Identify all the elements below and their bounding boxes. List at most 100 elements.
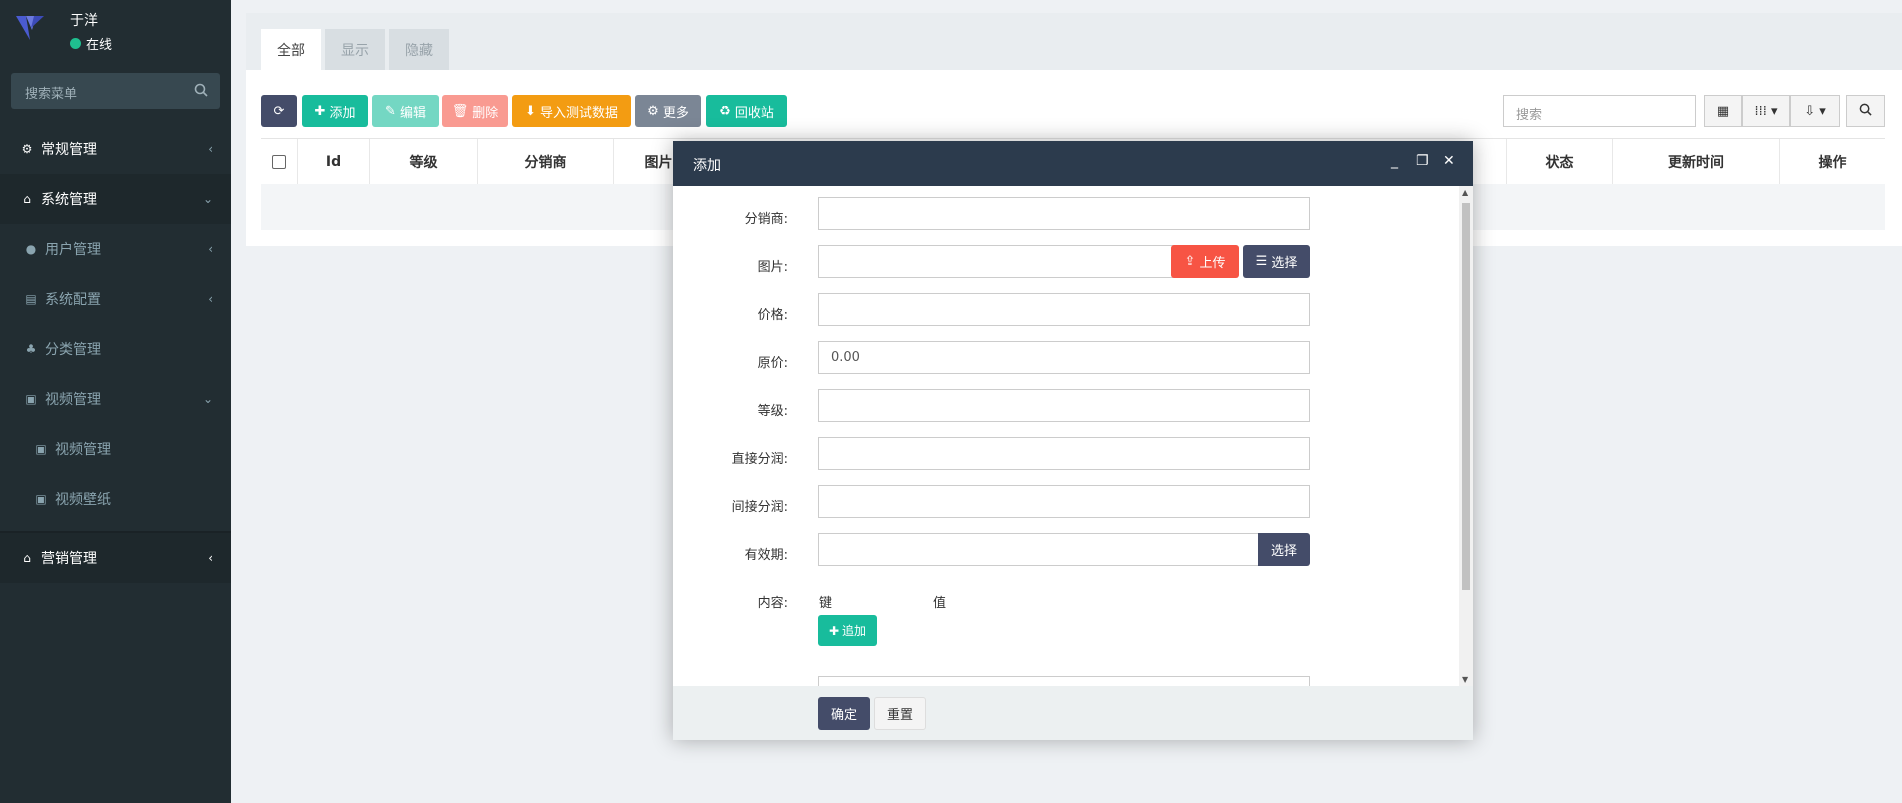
user-status: 在线 [70, 34, 112, 53]
chevron-left-icon: ‹ [208, 142, 213, 156]
original-price-label: 原价: [757, 356, 788, 371]
chevron-left-icon: ‹ [208, 242, 213, 256]
distributor-input[interactable] [818, 197, 1310, 230]
list-icon: ☰ [1255, 254, 1268, 269]
tab-hidden[interactable]: 隐藏 [389, 29, 449, 70]
online-dot-icon [70, 38, 81, 49]
home-icon: ⌂ [23, 551, 31, 565]
direct-share-input[interactable] [818, 437, 1310, 470]
append-button[interactable]: ✚ 追加 [818, 615, 877, 646]
shopping-bag-icon: ▣ [25, 392, 37, 406]
table-icon: ▦ [1716, 103, 1730, 119]
select-all-checkbox[interactable] [261, 139, 297, 185]
export-icon: ⇩ ▾ [1804, 103, 1826, 119]
validity-input[interactable] [818, 533, 1259, 566]
validity-choose-button[interactable]: 选择 [1258, 533, 1310, 566]
sidebar-item-system[interactable]: ⌂ 系统管理 ⌄ [0, 174, 231, 224]
sidebar-item-general[interactable]: ⚙ 常规管理 ‹ [0, 124, 231, 174]
add-button[interactable]: ✚ 添加 [302, 95, 368, 127]
column-header[interactable]: 更新时间 [1612, 139, 1779, 185]
dialog-header: 添加 _ ❐ ✕ [673, 141, 1473, 186]
column-header[interactable]: Id [297, 139, 369, 185]
sidebar-item-video-manage[interactable]: ▣ 视频管理 [0, 424, 231, 474]
validity-label: 有效期: [744, 548, 788, 563]
delete-button[interactable]: 🗑 删除 [442, 95, 508, 127]
maximize-icon[interactable]: ❐ [1416, 153, 1429, 169]
cogs-icon: ⚙ [21, 142, 33, 156]
sidebar-item-users[interactable]: ● 用户管理 ‹ [0, 224, 231, 274]
sidebar-item-marketing[interactable]: ⌂ 营销管理 ‹ [0, 533, 231, 583]
logo-icon [14, 12, 48, 46]
tab-all[interactable]: 全部 [261, 29, 321, 70]
sidebar-item-label: 视频管理 [55, 442, 111, 458]
original-price-input[interactable]: 0.00 [818, 341, 1310, 374]
level-input[interactable] [818, 389, 1310, 422]
sidebar-item-label: 分类管理 [45, 342, 101, 358]
sidebar: 于洋 在线 搜索菜单 ⚙ 常规管理 ‹ ⌂ 系统管理 ⌄ ● 用户管理 ‹ ▤ … [0, 0, 231, 803]
choose-image-button[interactable]: ☰ 选择 [1243, 245, 1310, 278]
sidebar-item-config[interactable]: ▤ 系统配置 ‹ [0, 274, 231, 324]
column-header[interactable]: 分销商 [477, 139, 613, 185]
scroll-down-icon[interactable]: ▼ [1462, 675, 1468, 684]
columns-button[interactable]: ⁞⁞⁞ ▾ [1742, 95, 1790, 127]
indirect-share-label: 间接分润: [731, 500, 788, 515]
edit-button[interactable]: ✎ 编辑 [372, 95, 439, 127]
sidebar-item-label: 视频管理 [45, 392, 101, 408]
close-icon[interactable]: ✕ [1443, 153, 1455, 169]
chevron-down-icon: ⌄ [202, 192, 213, 206]
delete-label: 删除 [472, 105, 499, 121]
sidebar-search-input[interactable]: 搜索菜单 [11, 73, 220, 109]
sidebar-item-video[interactable]: ▣ 视频管理 ⌄ [0, 374, 231, 424]
dialog-title: 添加 [693, 158, 721, 174]
export-button[interactable]: ⇩ ▾ [1790, 95, 1840, 127]
minimize-icon[interactable]: _ [1391, 153, 1398, 169]
indirect-share-input[interactable] [818, 485, 1310, 518]
chevron-down-icon: ⌄ [202, 392, 213, 406]
shopping-bag-icon: ▣ [35, 442, 47, 456]
level-label: 等级: [757, 404, 788, 419]
chevron-left-icon: ‹ [208, 292, 213, 306]
sidebar-item-category[interactable]: ♣ 分类管理 [0, 324, 231, 374]
pencil-icon: ✎ [385, 103, 396, 119]
column-header[interactable]: 操作 [1779, 139, 1885, 185]
reset-button[interactable]: 重置 [874, 697, 926, 730]
original-price-value: 0.00 [831, 350, 860, 365]
table-search-input[interactable]: 搜索 [1503, 95, 1696, 127]
price-input[interactable] [818, 293, 1310, 326]
import-test-data-button[interactable]: ⬇ 导入测试数据 [512, 95, 631, 127]
advanced-search-button[interactable] [1846, 95, 1885, 127]
content-label: 内容: [757, 596, 788, 611]
shopping-bag-icon: ▣ [35, 492, 47, 506]
upload-button[interactable]: ⇪ 上传 [1171, 245, 1239, 278]
home-icon: ⌂ [23, 192, 31, 206]
add-dialog: 添加 _ ❐ ✕ 分销商: 图片: ⇪ 上传 ☰ 选择 价格: 原价: 0.00 等… [673, 141, 1473, 740]
recycle-icon: ♻ [719, 103, 731, 119]
search-icon [1859, 103, 1872, 120]
more-button[interactable]: ⚙ 更多 [635, 95, 701, 127]
upload-label: 上传 [1199, 256, 1226, 271]
user-icon: ● [25, 242, 37, 256]
refresh-button[interactable]: ⟳ [261, 95, 297, 127]
column-header[interactable]: 等级 [369, 139, 477, 185]
sidebar-item-label: 视频壁纸 [55, 492, 111, 508]
grid-icon: ⁞⁞⁞ ▾ [1754, 103, 1778, 119]
toggle-view-button[interactable]: ▦ [1704, 95, 1742, 127]
scroll-up-icon[interactable]: ▲ [1462, 188, 1468, 197]
upload-icon: ⇪ [1184, 254, 1196, 269]
column-header[interactable]: 状态 [1506, 139, 1612, 185]
image-input[interactable] [818, 245, 1174, 278]
chevron-left-icon: ‹ [208, 551, 213, 565]
recycle-bin-button[interactable]: ♻ 回收站 [706, 95, 787, 127]
sidebar-item-video-wallpaper[interactable]: ▣ 视频壁纸 [0, 474, 231, 524]
download-icon: ⬇ [525, 103, 536, 119]
dialog-body: 分销商: 图片: ⇪ 上传 ☰ 选择 价格: 原价: 0.00 等级: 直接分润: … [673, 186, 1473, 686]
confirm-button[interactable]: 确定 [818, 697, 870, 730]
next-field-input[interactable] [818, 676, 1310, 686]
tab-bar: 全部 显示 隐藏 [246, 13, 1902, 70]
table-search-placeholder: 搜索 [1516, 108, 1543, 123]
import-label: 导入测试数据 [539, 105, 618, 121]
tab-shown[interactable]: 显示 [325, 29, 385, 70]
status-label: 在线 [86, 38, 113, 53]
scrollbar-thumb[interactable] [1462, 203, 1470, 590]
dialog-footer: 确定 重置 [673, 686, 1473, 740]
